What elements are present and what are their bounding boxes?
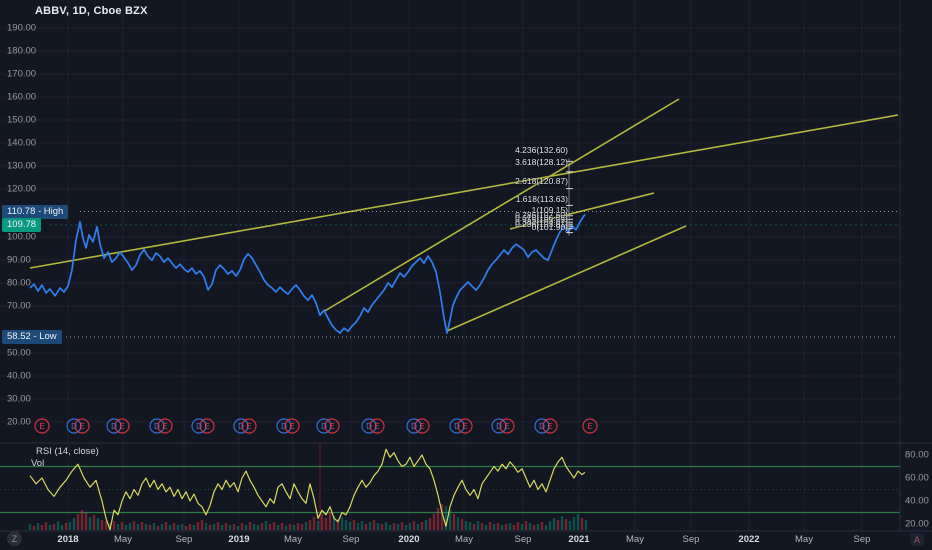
time-tick-label: May [455,534,473,545]
dividend-earnings-marker[interactable]: DE [233,418,257,434]
svg-text:E: E [374,422,379,431]
price-tick-label: 190.00 [7,22,37,34]
rsi-indicator-label[interactable]: RSI (14, close) [36,446,99,457]
svg-text:E: E [504,422,509,431]
svg-text:E: E [289,422,294,431]
fib-level-label: 2.618(120.87) [515,176,568,186]
svg-text:E: E [119,422,124,431]
dividend-earnings-marker[interactable]: DE [449,418,473,434]
time-tick-label: 2022 [738,534,760,545]
svg-text:E: E [462,422,467,431]
price-tick-label: 20.00 [7,416,31,428]
svg-text:E: E [204,422,209,431]
dividend-earnings-marker[interactable]: DE [534,418,558,434]
svg-text:E: E [246,422,251,431]
rsi-scale-label: 40.00 [905,495,929,507]
time-tick-label: Sep [342,534,360,545]
price-tick-label: 100.00 [7,231,37,243]
earnings-marker[interactable]: E [34,418,50,434]
time-tick-label: Sep [853,534,871,545]
z-logo-badge[interactable]: Z [7,531,22,546]
chart-canvas[interactable]: EDEDEDEDEDEDEDEDEDEDEDEDEE [0,0,932,550]
time-tick-label: 2018 [57,534,79,545]
price-tick-label: 80.00 [7,277,31,289]
price-tick-label: 150.00 [7,114,37,126]
time-tick-label: May [114,534,132,545]
svg-text:E: E [79,422,84,431]
fib-level-label: 4.236(132.60) [515,145,568,155]
price-tick-label: 120.00 [7,183,37,195]
rsi-scale-label: 80.00 [905,449,929,461]
symbol-title[interactable]: ABBV, 1D, Cboe BZX [35,5,148,17]
price-tick-label: 90.00 [7,254,31,266]
low-price-label: 58.52 - Low [2,330,62,344]
svg-text:E: E [39,422,44,431]
volume-indicator-label[interactable]: Vol [31,458,44,469]
time-tick-label: May [626,534,644,545]
time-tick-label: 2021 [568,534,590,545]
svg-text:E: E [162,422,167,431]
fib-level-label: 3.618(128.12) [515,157,568,167]
svg-text:E: E [329,422,334,431]
price-tick-label: 170.00 [7,68,37,80]
dividend-earnings-marker[interactable]: DE [106,418,130,434]
rsi-scale-label: 20.00 [905,518,929,530]
time-tick-label: May [284,534,302,545]
fib-level-label: 0(101.90) [531,222,568,232]
dividend-earnings-marker[interactable]: DE [191,418,215,434]
dividend-earnings-marker[interactable]: DE [149,418,173,434]
time-tick-label: Sep [175,534,193,545]
price-tick-label: 50.00 [7,347,31,359]
high-price-label: 110.78 - High [2,204,69,219]
time-tick-label: Sep [682,534,700,545]
chart-window: EDEDEDEDEDEDEDEDEDEDEDEDEE ABBV, 1D, Cbo… [0,0,932,550]
dividend-earnings-marker[interactable]: DE [406,418,430,434]
fib-level-label: 1.618(113.63) [515,194,568,204]
time-tick-label: Sep [514,534,532,545]
dividend-earnings-marker[interactable]: DE [361,418,385,434]
time-tick-label: 2020 [398,534,420,545]
price-tick-label: 140.00 [7,137,37,149]
earnings-marker[interactable]: E [582,418,598,434]
dividend-earnings-marker[interactable]: DE [276,418,300,434]
a-corner-badge[interactable]: A [910,533,924,546]
price-tick-label: 130.00 [7,160,37,172]
price-tick-label: 180.00 [7,45,37,57]
rsi-scale-label: 60.00 [905,472,929,484]
last-price-label: 109.78 [2,218,42,232]
dividend-earnings-marker[interactable]: DE [316,418,340,434]
time-tick-label: May [795,534,813,545]
svg-text:E: E [547,422,552,431]
price-tick-label: 30.00 [7,393,31,405]
time-tick-label: 2019 [228,534,250,545]
price-tick-label: 160.00 [7,91,37,103]
svg-text:E: E [419,422,424,431]
price-tick-label: 40.00 [7,370,31,382]
price-tick-label: 70.00 [7,300,31,312]
dividend-earnings-marker[interactable]: DE [491,418,515,434]
svg-text:E: E [587,422,592,431]
dividend-earnings-marker[interactable]: DE [66,418,90,434]
